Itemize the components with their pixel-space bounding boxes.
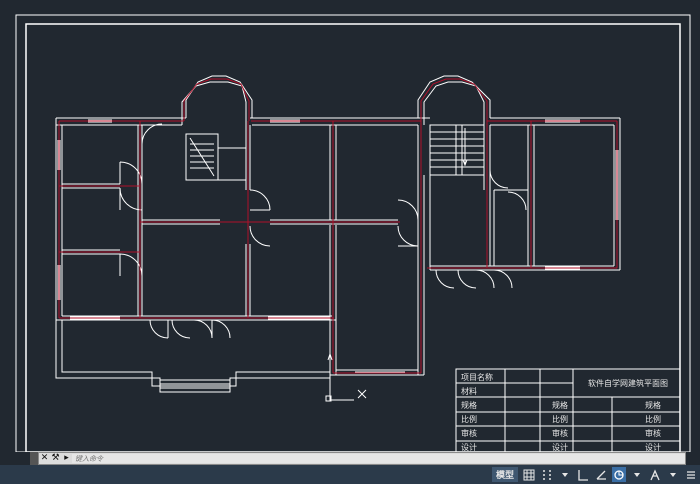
command-line-grip[interactable] <box>30 452 38 465</box>
customize-icon[interactable] <box>684 467 698 482</box>
tb-review: 审核 <box>461 428 477 438</box>
tb-scale-3: 比例 <box>645 414 661 424</box>
drawing-frame <box>25 23 681 452</box>
close-icon[interactable]: ✕ <box>39 453 50 464</box>
tb-design-2: 设计 <box>552 442 568 452</box>
tb-review-3: 审核 <box>645 428 661 438</box>
tb-spec-2: 规格 <box>552 400 568 410</box>
model-tab-button[interactable]: 模型 <box>491 467 518 482</box>
grid-icon[interactable] <box>522 467 536 482</box>
floor-plan <box>55 75 621 393</box>
tb-scale-2: 比例 <box>552 414 568 424</box>
tb-project-name: 项目名称 <box>461 372 493 382</box>
tb-spec: 规格 <box>461 400 477 410</box>
chevron-down-icon[interactable] <box>666 467 680 482</box>
annotate-icon[interactable] <box>648 467 662 482</box>
chevron-down-icon[interactable] <box>630 467 644 482</box>
tb-material: 材料 <box>461 386 477 396</box>
command-line: ✕ ⚒ ▸ <box>38 452 686 465</box>
tb-spec-3: 规格 <box>645 400 661 410</box>
ortho-icon[interactable] <box>576 467 590 482</box>
tb-design: 设计 <box>461 442 477 452</box>
wrench-icon[interactable]: ⚒ <box>50 453 61 464</box>
polar-icon[interactable] <box>594 467 608 482</box>
tb-review-2: 审核 <box>552 428 568 438</box>
chevron-down-icon[interactable] <box>558 467 572 482</box>
floor-plan-drawing: 项目名称 软件自学网建筑平面图 材料 规格 规格 规格 比例 比例 比例 审核 … <box>15 14 691 452</box>
osnap-icon[interactable] <box>612 467 626 482</box>
snap-icon[interactable] <box>540 467 554 482</box>
command-input[interactable] <box>72 454 685 463</box>
tb-drawing-title: 软件自学网建筑平面图 <box>588 378 668 388</box>
ucs-icon <box>325 352 367 402</box>
recent-commands-icon[interactable]: ▸ <box>61 453 72 464</box>
status-bar: 模型 <box>0 465 700 484</box>
tb-scale: 比例 <box>461 414 477 424</box>
tb-design-3: 设计 <box>645 442 661 452</box>
wall-axis-lines <box>58 78 618 374</box>
drawing-canvas[interactable]: 项目名称 软件自学网建筑平面图 材料 规格 规格 规格 比例 比例 比例 审核 … <box>0 0 700 452</box>
